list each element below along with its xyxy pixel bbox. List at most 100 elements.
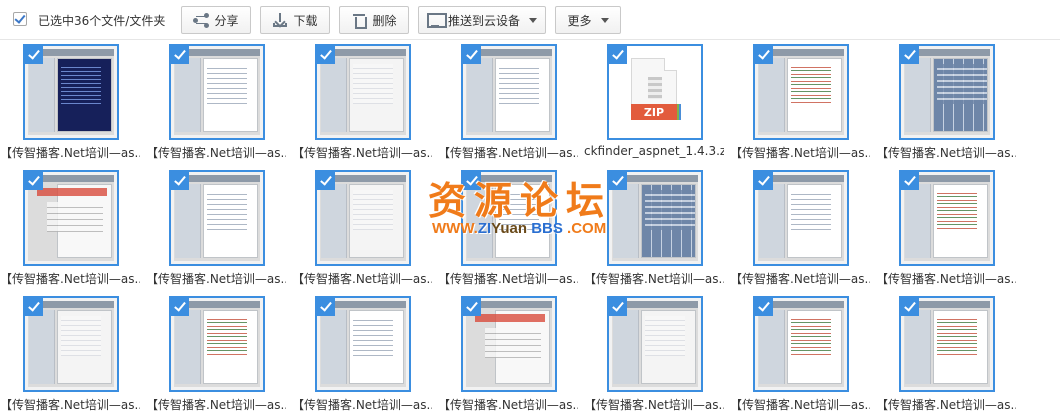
file-item[interactable]: 【传智播客.Net培训—as... <box>876 40 1016 164</box>
file-item[interactable]: 【传智播客.Net培训—as... <box>876 292 1016 412</box>
file-item[interactable]: 【传智播客.Net培训—as... <box>584 292 724 412</box>
file-name[interactable]: 【传智播客.Net培训—as... <box>438 144 578 161</box>
item-checkbox[interactable] <box>317 46 335 64</box>
item-checkbox[interactable] <box>901 46 919 64</box>
video-thumbnail[interactable] <box>753 44 849 140</box>
item-checkbox[interactable] <box>317 172 335 190</box>
video-thumbnail[interactable] <box>607 170 703 266</box>
file-name[interactable]: 【传智播客.Net培训—as... <box>730 396 870 412</box>
item-checkbox[interactable] <box>609 46 627 64</box>
thumb-sidebar <box>29 58 55 132</box>
file-name[interactable]: 【传智播客.Net培训—as... <box>0 144 140 161</box>
video-thumbnail[interactable] <box>169 296 265 392</box>
file-item[interactable]: 【传智播客.Net培训—as... <box>730 40 870 164</box>
file-item[interactable]: 【传智播客.Net培训—as... <box>438 40 578 164</box>
video-thumbnail[interactable] <box>23 170 119 266</box>
item-checkbox[interactable] <box>755 172 773 190</box>
file-item[interactable]: 【传智播客.Net培训—as... <box>292 166 432 290</box>
file-item[interactable]: 【传智播客.Net培训—as... <box>146 292 286 412</box>
file-grid: 【传智播客.Net培训—as... 【传智播客.Net培训—as... 【传智播客.… <box>0 40 1060 412</box>
item-checkbox[interactable] <box>317 298 335 316</box>
video-thumbnail[interactable] <box>899 296 995 392</box>
download-button[interactable]: 下载 <box>260 6 330 34</box>
item-checkbox[interactable] <box>901 172 919 190</box>
thumb-content-lines <box>485 328 541 358</box>
file-name[interactable]: 【传智播客.Net培训—as... <box>438 396 578 412</box>
video-thumbnail[interactable] <box>753 296 849 392</box>
file-item[interactable]: 【传智播客.Net培训—as... <box>292 292 432 412</box>
file-name[interactable]: 【传智播客.Net培训—as... <box>876 270 1016 287</box>
file-name[interactable]: 【传智播客.Net培训—as... <box>292 270 432 287</box>
share-button-label: 分享 <box>214 13 239 28</box>
file-name[interactable]: 【传智播客.Net培训—as... <box>292 144 432 161</box>
file-item[interactable]: 【传智播客.Net培训—as... <box>438 292 578 412</box>
item-checkbox[interactable] <box>171 172 189 190</box>
file-item[interactable]: 【传智播客.Net培训—as... <box>876 166 1016 290</box>
delete-button-label: 删除 <box>372 13 397 28</box>
item-checkbox[interactable] <box>171 46 189 64</box>
delete-button[interactable]: 删除 <box>339 6 409 34</box>
video-thumbnail[interactable] <box>461 44 557 140</box>
select-all-checkbox[interactable] <box>13 12 27 26</box>
file-name[interactable]: 【传智播客.Net培训—as... <box>292 396 432 412</box>
file-name[interactable]: 【传智播客.Net培训—as... <box>876 396 1016 412</box>
item-checkbox[interactable] <box>463 172 481 190</box>
file-name[interactable]: 【传智播客.Net培训—as... <box>146 396 286 412</box>
share-button[interactable]: 分享 <box>181 6 251 34</box>
push-to-device-button[interactable]: 推送到云设备 <box>418 6 546 34</box>
item-checkbox[interactable] <box>755 298 773 316</box>
item-checkbox[interactable] <box>463 298 481 316</box>
file-item[interactable]: 【传智播客.Net培训—as... <box>0 166 140 290</box>
thumb-content-lines <box>353 64 393 104</box>
thumb-content-lines <box>353 316 393 356</box>
file-item[interactable]: 【传智播客.Net培训—as... <box>292 40 432 164</box>
file-item[interactable]: 【传智播客.Net培训—as... <box>0 40 140 164</box>
video-thumbnail[interactable] <box>753 170 849 266</box>
file-name[interactable]: 【传智播客.Net培训—as... <box>0 270 140 287</box>
video-thumbnail[interactable] <box>23 44 119 140</box>
file-item[interactable]: 【传智播客.Net培训—as... <box>0 292 140 412</box>
file-item[interactable]: 【传智播客.Net培训—as... <box>146 166 286 290</box>
item-checkbox[interactable] <box>609 172 627 190</box>
video-thumbnail[interactable] <box>461 296 557 392</box>
file-name[interactable]: 【传智播客.Net培训—as... <box>146 270 286 287</box>
video-thumbnail[interactable] <box>899 44 995 140</box>
file-name[interactable]: 【传智播客.Net培训—as... <box>876 144 1016 161</box>
thumb-content-lines <box>791 190 831 230</box>
file-name[interactable]: 【传智播客.Net培训—as... <box>584 270 724 287</box>
file-item[interactable]: ZIP ckfinder_aspnet_1.4.3.zip <box>584 40 724 164</box>
video-thumbnail[interactable] <box>607 296 703 392</box>
file-item[interactable]: 【传智播客.Net培训—as... <box>438 166 578 290</box>
video-thumbnail[interactable] <box>461 170 557 266</box>
file-item[interactable]: 【传智播客.Net培训—as... <box>730 166 870 290</box>
file-item[interactable]: 【传智播客.Net培训—as... <box>584 166 724 290</box>
thumb-sidebar <box>467 58 493 132</box>
item-checkbox[interactable] <box>609 298 627 316</box>
item-checkbox[interactable] <box>901 298 919 316</box>
thumb-content-lines <box>791 316 831 356</box>
file-name[interactable]: 【传智播客.Net培训—as... <box>0 396 140 412</box>
item-checkbox[interactable] <box>25 298 43 316</box>
item-checkbox[interactable] <box>463 46 481 64</box>
zip-file-thumbnail[interactable]: ZIP <box>607 44 703 140</box>
item-checkbox[interactable] <box>25 46 43 64</box>
video-thumbnail[interactable] <box>899 170 995 266</box>
video-thumbnail[interactable] <box>315 296 411 392</box>
video-thumbnail[interactable] <box>169 44 265 140</box>
file-name[interactable]: 【传智播客.Net培训—as... <box>730 144 870 161</box>
file-item[interactable]: 【传智播客.Net培训—as... <box>146 40 286 164</box>
item-checkbox[interactable] <box>755 46 773 64</box>
video-thumbnail[interactable] <box>315 44 411 140</box>
file-name[interactable]: 【传智播客.Net培训—as... <box>146 144 286 161</box>
item-checkbox[interactable] <box>171 298 189 316</box>
file-name[interactable]: 【传智播客.Net培训—as... <box>730 270 870 287</box>
video-thumbnail[interactable] <box>169 170 265 266</box>
file-name[interactable]: 【传智播客.Net培训—as... <box>438 270 578 287</box>
video-thumbnail[interactable] <box>23 296 119 392</box>
video-thumbnail[interactable] <box>315 170 411 266</box>
file-name[interactable]: ckfinder_aspnet_1.4.3.zip <box>584 144 724 158</box>
file-item[interactable]: 【传智播客.Net培训—as... <box>730 292 870 412</box>
more-button[interactable]: 更多 <box>555 6 621 34</box>
file-name[interactable]: 【传智播客.Net培训—as... <box>584 396 724 412</box>
item-checkbox[interactable] <box>25 172 43 190</box>
